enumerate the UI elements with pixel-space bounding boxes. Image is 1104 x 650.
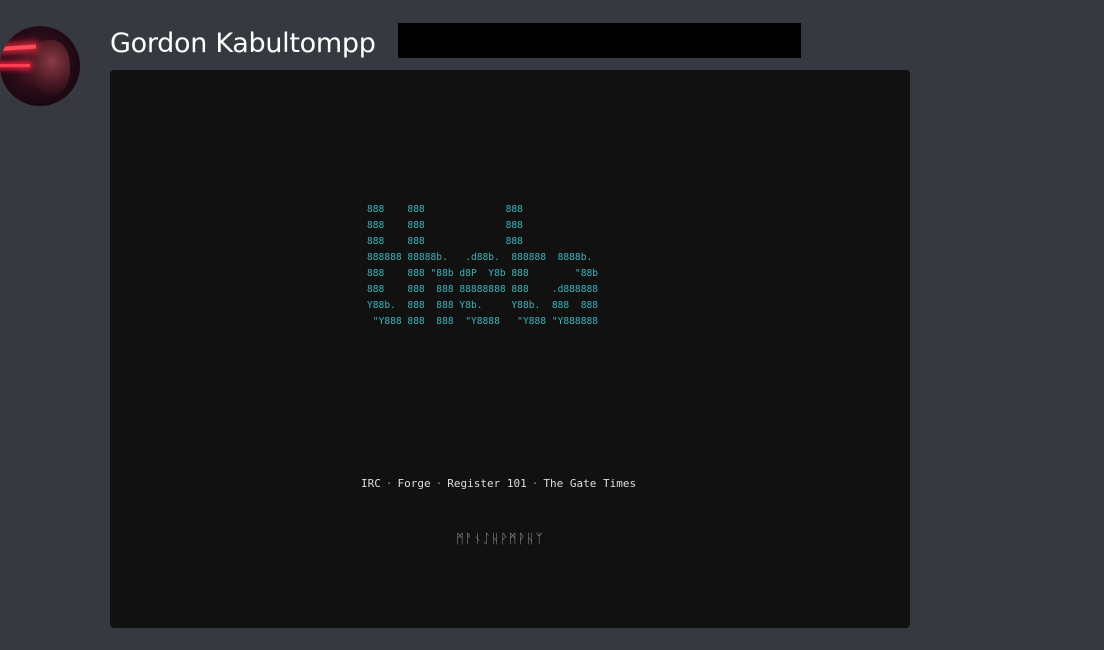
avatar-light-streak — [0, 64, 30, 67]
nav-link-register-101[interactable]: Register 101 — [447, 477, 526, 490]
chat-message: Gordon Kabultompp 888 888 888 888 888 88… — [0, 0, 1104, 650]
ascii-art-logo: 888 888 888 888 888 888 888 888 888 8888… — [367, 204, 599, 327]
avatar-light-streak — [0, 44, 37, 52]
nav-separator: · — [385, 477, 393, 490]
rune-text: ᛗᚨᚾᛇᚺᚹᛗᚹᚺᛉ — [456, 532, 545, 547]
nav-link-irc[interactable]: IRC — [361, 477, 381, 490]
nav-links: IRC · Forge · Register 101 · The Gate Times — [361, 475, 636, 493]
nav-separator: · — [435, 477, 443, 490]
nav-link-gate-times[interactable]: The Gate Times — [543, 477, 636, 490]
username[interactable]: Gordon Kabultompp — [110, 24, 376, 64]
nav-link-forge[interactable]: Forge — [398, 477, 431, 490]
image-embed[interactable]: 888 888 888 888 888 888 888 888 888 8888… — [110, 70, 910, 628]
nav-separator: · — [531, 477, 539, 490]
redaction-bar — [398, 23, 801, 58]
avatar[interactable] — [0, 26, 80, 106]
